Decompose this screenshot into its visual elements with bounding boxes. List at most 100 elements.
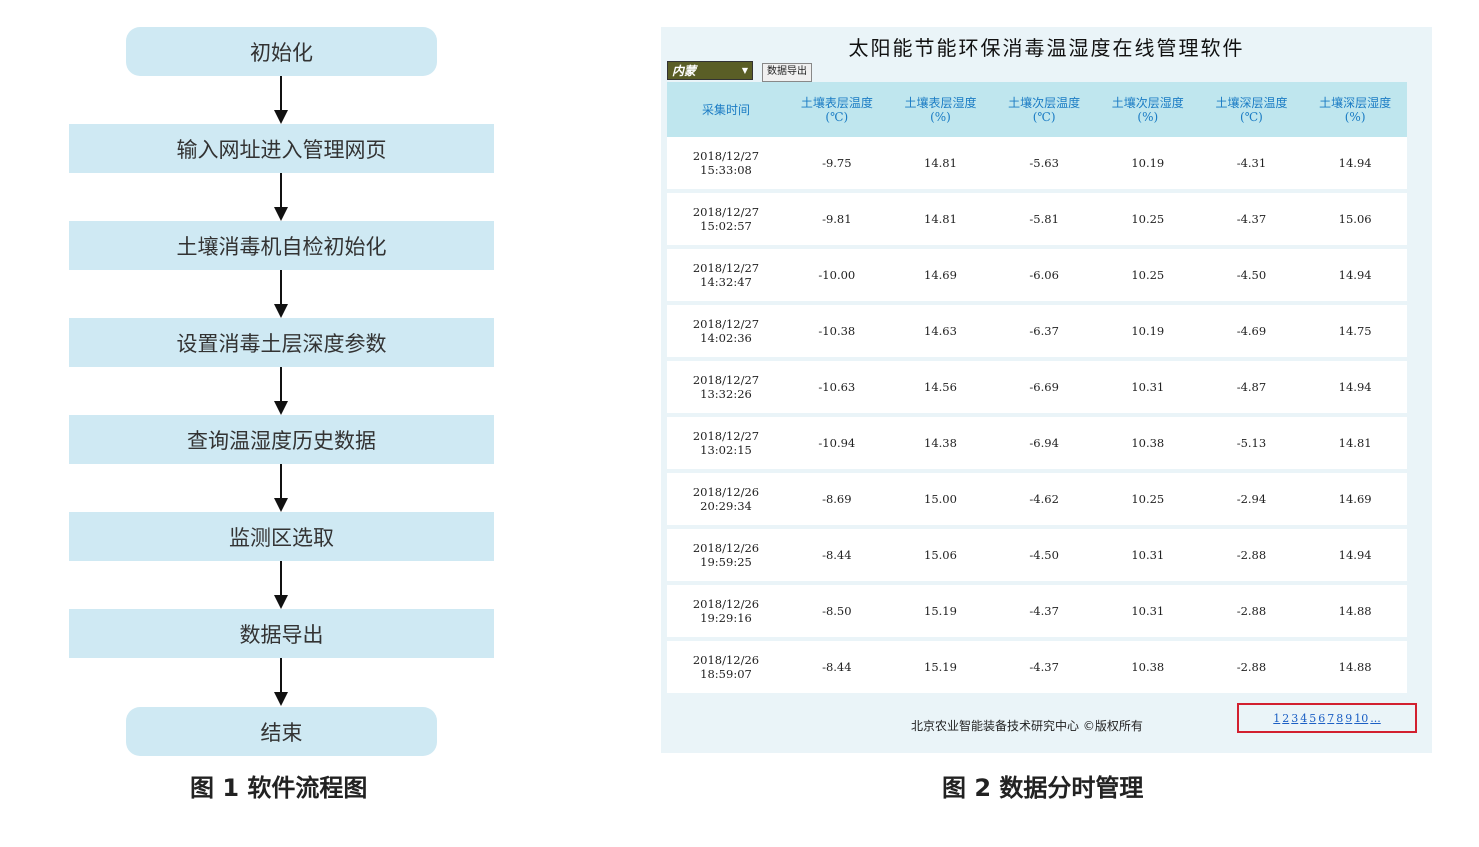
flow-step-select-zone: 监测区选取 — [69, 512, 494, 561]
region-select[interactable]: 内蒙 ▼ — [667, 61, 753, 80]
cell-value: 10.31 — [1095, 583, 1200, 641]
cell-value: -4.37 — [992, 639, 1096, 697]
cell-value: 14.56 — [888, 359, 993, 417]
cell-value: -2.94 — [1199, 471, 1304, 529]
table-row: 2018/12/27 15:02:57 -9.81 14.81 -5.81 10.25 -4… — [667, 191, 1407, 249]
flow-step-end: 结束 — [126, 707, 437, 756]
cell-value: -5.81 — [992, 191, 1096, 249]
cell-value: -8.44 — [785, 639, 889, 697]
app-title: 太阳能节能环保消毒温湿度在线管理软件 — [848, 36, 1245, 60]
page-link[interactable]: 7 — [1327, 712, 1334, 725]
flow-step-open-web: 输入网址进入管理网页 — [69, 124, 494, 173]
cell-value: 14.81 — [888, 191, 993, 249]
cell-value: -5.63 — [992, 137, 1096, 193]
cell-time: 2018/12/27 14:32:47 — [667, 247, 785, 305]
column-header: 土壤次层湿度 (%) — [1095, 82, 1200, 137]
flow-arrow — [274, 367, 288, 415]
column-header: 采集时间 — [667, 82, 785, 137]
cell-time: 2018/12/27 14:02:36 — [667, 303, 785, 361]
cell-time: 2018/12/26 19:59:25 — [667, 527, 785, 585]
cell-value: 10.25 — [1095, 247, 1200, 305]
page-link[interactable]: 4 — [1300, 712, 1307, 725]
cell-value: -10.00 — [785, 247, 889, 305]
cell-value: -6.94 — [992, 415, 1096, 473]
pagination: 1 2 3 4 5 6 7 8 9 10... — [1237, 703, 1417, 733]
cell-value: 14.69 — [1303, 471, 1407, 529]
page-link[interactable]: ... — [1370, 712, 1381, 725]
cell-time: 2018/12/27 15:02:57 — [667, 191, 785, 249]
data-table: 采集时间 土壤表层温度 (℃) 土壤表层湿度 (%) 土壤次层温度 (℃) 土壤次层湿… — [667, 82, 1407, 697]
column-header: 土壤深层温度 (℃) — [1199, 82, 1304, 137]
cell-value: 10.25 — [1095, 191, 1200, 249]
flow-arrow — [274, 173, 288, 221]
flow-arrow — [274, 270, 288, 318]
region-select-value: 内蒙 — [672, 64, 697, 78]
table-row: 2018/12/27 14:02:36 -10.38 14.63 -6.37 10.19-… — [667, 303, 1407, 361]
cell-value: -6.06 — [992, 247, 1096, 305]
figure-1-caption: 图 1 软件流程图 — [190, 774, 368, 802]
page-link[interactable]: 8 — [1336, 712, 1343, 725]
cell-time: 2018/12/26 18:59:07 — [667, 639, 785, 697]
flow-step-set-depth: 设置消毒土层深度参数 — [69, 318, 494, 367]
cell-value: -9.81 — [785, 191, 889, 249]
page-link[interactable]: 5 — [1309, 712, 1316, 725]
cell-value: 15.19 — [888, 639, 993, 697]
flow-step-self-check: 土壤消毒机自检初始化 — [69, 221, 494, 270]
table-row: 2018/12/26 20:29:34 -8.69 15.00 -4.62 10.25 -2… — [667, 471, 1407, 529]
cell-time: 2018/12/27 15:33:08 — [667, 137, 785, 193]
cell-value: 15.00 — [888, 471, 993, 529]
chevron-down-icon: ▼ — [741, 66, 748, 75]
cell-value: 14.38 — [888, 415, 993, 473]
cell-value: -4.31 — [1199, 137, 1304, 193]
column-header: 土壤表层温度 (℃) — [785, 82, 889, 137]
flow-arrow — [274, 76, 288, 124]
cell-value: 10.31 — [1095, 527, 1200, 585]
data-management-screenshot: 太阳能节能环保消毒温湿度在线管理软件 内蒙 ▼ 数据导出 采集时间 土壤表层温度… — [661, 27, 1432, 753]
cell-time: 2018/12/26 20:29:34 — [667, 471, 785, 529]
page-link[interactable]: 1 — [1273, 712, 1280, 725]
table-row: 2018/12/27 15:33:08 -9.75 14.81 -5.63 10.19 -4… — [667, 137, 1407, 193]
page-link[interactable]: 9 — [1345, 712, 1352, 725]
page-link[interactable]: 3 — [1291, 712, 1298, 725]
column-header: 土壤深层湿度 (%) — [1303, 82, 1407, 137]
table-row: 2018/12/27 13:02:15 -10.94 14.38 -6.94 10.38-… — [667, 415, 1407, 473]
table-body: 2018/12/27 15:33:08 -9.75 14.81 -5.63 10.19 -4… — [667, 137, 1407, 697]
export-data-button[interactable]: 数据导出 — [762, 63, 812, 82]
cell-value: 15.06 — [888, 527, 993, 585]
page-link[interactable]: 6 — [1318, 712, 1325, 725]
cell-value: -2.88 — [1199, 639, 1304, 697]
cell-value: -4.37 — [1199, 191, 1304, 249]
page-link[interactable]: 2 — [1282, 712, 1289, 725]
column-header: 土壤表层湿度 (%) — [888, 82, 993, 137]
cell-time: 2018/12/27 13:02:15 — [667, 415, 785, 473]
cell-value: 14.63 — [888, 303, 993, 361]
table-row: 2018/12/26 19:29:16 -8.50 15.19 -4.37 10.31 -2… — [667, 583, 1407, 641]
table-row: 2018/12/26 18:59:07 -8.44 15.19 -4.37 10.38 -2… — [667, 639, 1407, 697]
cell-value: 14.94 — [1303, 247, 1407, 305]
figure-2-caption: 图 2 数据分时管理 — [942, 774, 1144, 802]
flow-step-query-history: 查询温湿度历史数据 — [69, 415, 494, 464]
page-link[interactable]: 10 — [1354, 712, 1368, 725]
column-header: 土壤次层温度 (℃) — [992, 82, 1096, 137]
cell-value: -4.50 — [1199, 247, 1304, 305]
flow-arrow — [274, 561, 288, 609]
cell-value: -6.69 — [992, 359, 1096, 417]
cell-value: 14.81 — [1303, 415, 1407, 473]
cell-value: 10.19 — [1095, 303, 1200, 361]
cell-value: 15.19 — [888, 583, 993, 641]
cell-value: 15.06 — [1303, 191, 1407, 249]
table-header-row: 采集时间 土壤表层温度 (℃) 土壤表层湿度 (%) 土壤次层温度 (℃) 土壤次层湿… — [667, 82, 1407, 137]
table-row: 2018/12/27 14:32:47 -10.00 14.69 -6.06 10.25-… — [667, 247, 1407, 305]
cell-value: -6.37 — [992, 303, 1096, 361]
cell-value: 14.94 — [1303, 527, 1407, 585]
cell-value: 10.19 — [1095, 137, 1200, 193]
cell-value: 10.31 — [1095, 359, 1200, 417]
copyright-footer: 北京农业智能装备技术研究中心 ©版权所有 — [911, 719, 1143, 733]
cell-value: 14.75 — [1303, 303, 1407, 361]
flow-step-start: 初始化 — [126, 27, 437, 76]
cell-value: -10.94 — [785, 415, 889, 473]
cell-value: -10.38 — [785, 303, 889, 361]
cell-value: -4.87 — [1199, 359, 1304, 417]
flow-arrow — [274, 658, 288, 706]
cell-value: 10.38 — [1095, 415, 1200, 473]
